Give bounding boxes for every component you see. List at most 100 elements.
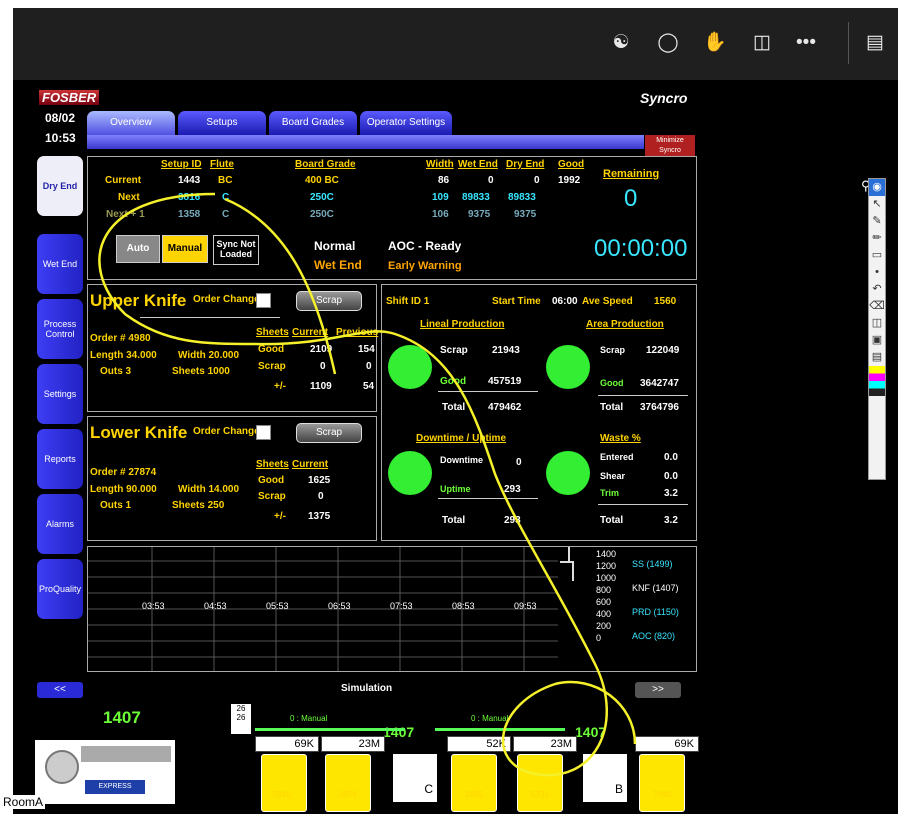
camera-icon[interactable]: ▣ xyxy=(869,332,885,349)
product-title: Syncro xyxy=(640,90,688,106)
ave-speed-label: Ave Speed xyxy=(582,296,633,307)
nav-settings[interactable]: Settings xyxy=(37,364,83,424)
chat-icon[interactable]: ◯ xyxy=(653,28,683,58)
counter-badge-top: 26 xyxy=(236,704,246,713)
station-c: C xyxy=(393,754,437,802)
scale-label: 1200 xyxy=(596,561,617,571)
share-icon[interactable]: ◫ xyxy=(747,28,777,58)
waste-pie-chart xyxy=(546,451,590,495)
pointer-icon[interactable]: ↖ xyxy=(869,196,885,213)
raise-hand-icon[interactable]: ✋ xyxy=(700,28,730,58)
nav-alarms[interactable]: Alarms xyxy=(37,494,83,554)
nav-proquality[interactable]: ProQuality xyxy=(37,559,83,619)
roll-stand-graphic xyxy=(517,754,563,812)
row-current-flute: BC xyxy=(218,175,233,186)
lower-order-change-label: Order Change xyxy=(193,426,260,437)
fosber-logo: FOSBER xyxy=(39,90,100,105)
timer-display: 00:00:00 xyxy=(594,235,688,262)
downtime-label: Downtime xyxy=(440,455,484,465)
upper-width: Width 20.000 xyxy=(178,350,240,361)
trash-icon[interactable]: ⌫ xyxy=(869,298,885,315)
people-icon[interactable]: ☯ xyxy=(606,28,636,58)
feed-line xyxy=(435,728,565,731)
waste-title: Waste % xyxy=(600,433,641,444)
lineal-good-label: Good xyxy=(440,376,467,387)
header-good: Good xyxy=(558,159,585,170)
tab-setups[interactable]: Setups xyxy=(178,111,266,135)
color-palette-icon[interactable] xyxy=(869,366,885,396)
dot-icon[interactable]: • xyxy=(869,264,885,281)
setups-panel: Setup ID Flute Board Grade Width Wet End… xyxy=(87,156,697,280)
lineal-title: Lineal Production xyxy=(420,319,505,330)
lower-pm-current: 1375 xyxy=(308,511,331,522)
roll-label: 52K xyxy=(447,736,511,752)
waste-trim-value: 3.2 xyxy=(664,488,678,499)
camera-off-icon[interactable]: ▤ xyxy=(860,28,890,58)
document-icon[interactable]: ▤ xyxy=(869,349,885,366)
room-label: RoomA xyxy=(1,795,46,809)
nav-reports[interactable]: Reports xyxy=(37,429,83,489)
nav-wet-end[interactable]: Wet End xyxy=(37,234,83,294)
row-next1-grade: 250C xyxy=(310,209,334,220)
row-next1-width: 106 xyxy=(432,209,449,220)
nav-dry-end[interactable]: Dry End xyxy=(37,156,83,216)
waste-entered-label: Entered xyxy=(600,452,634,462)
upper-col-previous: Previous xyxy=(336,327,379,338)
upper-good-previous: 154 xyxy=(358,344,375,355)
tab-overview[interactable]: Overview xyxy=(87,111,175,135)
row-next-flute: C xyxy=(222,192,230,203)
manual-button[interactable]: Manual xyxy=(162,235,208,263)
area-pie-chart xyxy=(546,345,590,389)
header-flute: Flute xyxy=(210,159,234,170)
roll-count: 7040 xyxy=(653,790,671,799)
waste-shear-label: Shear xyxy=(600,471,626,481)
eraser-icon[interactable]: ▭ xyxy=(869,247,885,264)
minimize-button[interactable]: Minimize Syncro xyxy=(645,135,695,157)
row-next1-dry: 9375 xyxy=(514,209,537,220)
tab-board-grades[interactable]: Board Grades xyxy=(269,111,357,135)
area-good-label: Good xyxy=(600,378,624,388)
lineal-total-value: 479462 xyxy=(488,402,522,413)
sync-button[interactable]: Sync Not Loaded xyxy=(213,235,259,265)
upper-outs: Outs 3 xyxy=(100,366,132,377)
upper-scrap-button[interactable]: Scrap xyxy=(296,291,362,311)
scale-label: 800 xyxy=(596,585,612,595)
prev-button[interactable]: << xyxy=(37,682,83,698)
lower-scrap-button[interactable]: Scrap xyxy=(296,423,362,443)
lower-length: Length 90.000 xyxy=(90,484,157,495)
lineal-scrap-label: Scrap xyxy=(440,345,468,356)
divider xyxy=(598,395,688,396)
shift-panel: Shift ID 1 Start Time 06:00 Ave Speed 15… xyxy=(381,284,697,541)
nav-process-control[interactable]: Process Control xyxy=(37,299,83,359)
area-good-value: 3642747 xyxy=(640,378,679,389)
highlighter-icon[interactable]: ✎ xyxy=(869,213,885,230)
speed-value-3: 1407 xyxy=(575,724,607,740)
divider xyxy=(438,391,538,392)
row-next1-setup-id: 1358 xyxy=(178,209,201,220)
pen-icon[interactable]: ✏ xyxy=(869,230,885,247)
cart-icon[interactable]: ◫ xyxy=(869,315,885,332)
normal-status: Normal xyxy=(314,239,356,253)
waste-shear-value: 0.0 xyxy=(664,471,678,482)
trend-line xyxy=(560,561,574,581)
next-button[interactable]: >> xyxy=(635,682,681,698)
lower-order-change-checkbox[interactable] xyxy=(256,425,271,440)
lower-width: Width 14.000 xyxy=(178,484,240,495)
eye-icon[interactable]: ◉ xyxy=(869,179,885,196)
more-icon[interactable]: ••• xyxy=(791,28,821,58)
upper-order-change-checkbox[interactable] xyxy=(256,293,271,308)
trend-time-label: 05:53 xyxy=(266,601,289,611)
counter-badge-bottom: 26 xyxy=(236,713,246,722)
auto-button[interactable]: Auto xyxy=(116,235,160,263)
divider xyxy=(598,504,688,505)
tab-operator-settings[interactable]: Operator Settings xyxy=(360,111,452,135)
scale-label: 1000 xyxy=(596,573,617,583)
mode-label-1: 0 : Manual xyxy=(290,714,328,723)
roll-label: 69K xyxy=(255,736,319,752)
undo-icon[interactable]: ↶ xyxy=(869,281,885,298)
header-remaining: Remaining xyxy=(603,168,660,180)
row-next1-label: Next + 1 xyxy=(106,209,145,220)
lineal-good-value: 457519 xyxy=(488,376,522,387)
area-title: Area Production xyxy=(586,319,664,330)
row-current-dry: 0 xyxy=(534,175,540,186)
